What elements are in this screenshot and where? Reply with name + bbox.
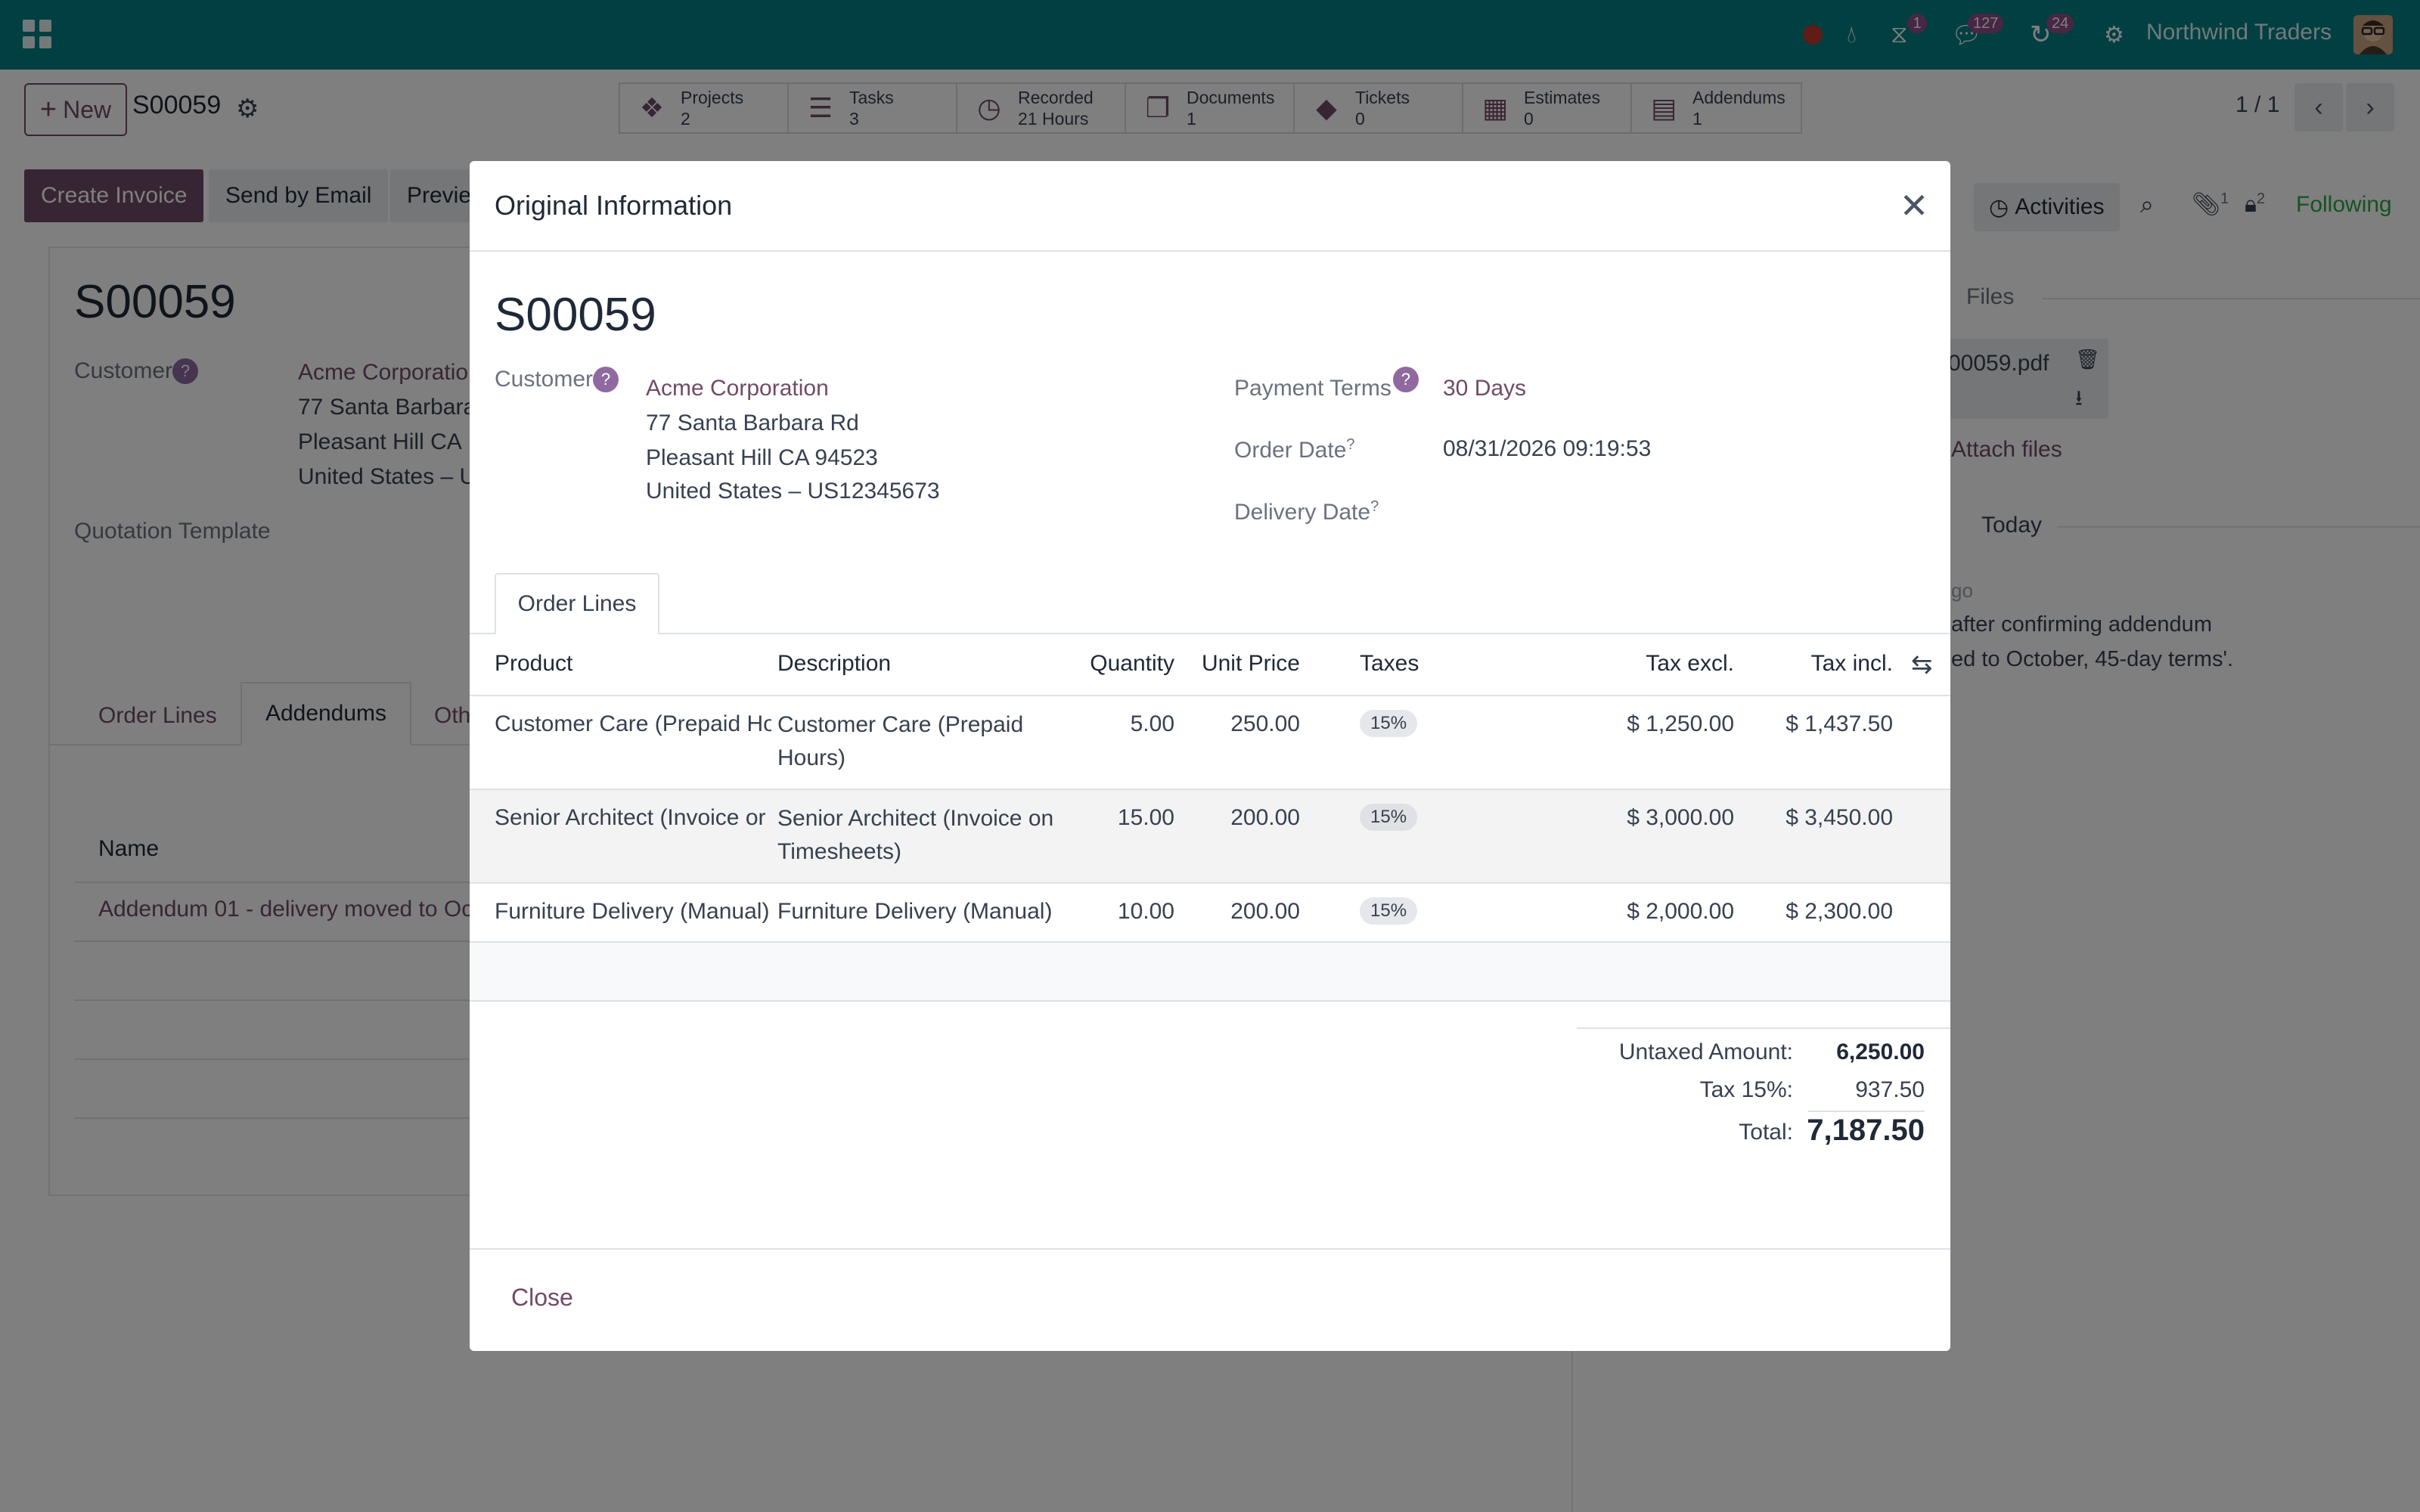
line-quantity: 5.00 (1130, 711, 1174, 736)
line-quantity: 10.00 (1117, 899, 1174, 924)
line-tax-incl: $ 3,450.00 (1786, 805, 1893, 830)
line-unit-price: 200.00 (1230, 805, 1300, 830)
address-line-3: United States – US12345673 (646, 479, 940, 503)
address-line-2: Pleasant Hill CA 94523 (646, 445, 878, 470)
tab-order-lines[interactable]: Order Lines (495, 573, 659, 635)
line-product[interactable]: Furniture Delivery (Manual). (495, 899, 771, 925)
tax-badge: 15% (1360, 710, 1418, 737)
column-product[interactable]: Product (495, 651, 572, 677)
column-description[interactable]: Description (777, 651, 891, 677)
line-unit-price: 250.00 (1230, 711, 1300, 736)
customer-link[interactable]: Acme Corporation (646, 376, 829, 401)
line-tax-excl: $ 2,000.00 (1627, 899, 1734, 924)
empty-table-row (470, 941, 1950, 1002)
order-name: S00059 (495, 289, 656, 341)
total-amount: 7,187.50 (1807, 1114, 1925, 1147)
payment-terms-value[interactable]: 30 Days (1443, 376, 1526, 401)
line-tax-incl: $ 1,437.50 (1786, 711, 1893, 736)
line-description: Customer Care (Prepaid Hours) (777, 712, 1024, 770)
line-quantity: 15.00 (1117, 805, 1174, 830)
line-unit-price: 200.00 (1230, 899, 1300, 924)
customer-label: Customer? (495, 367, 619, 392)
tax-badge: 15% (1360, 897, 1418, 925)
table-row[interactable]: Senior Architect (Invoice or Senior Arch… (470, 789, 1950, 882)
untaxed-label: Untaxed Amount: (1618, 1040, 1793, 1064)
table-row[interactable]: Customer Care (Prepaid Ho Customer Care … (470, 695, 1950, 789)
column-tax-incl[interactable]: Tax incl. (1763, 651, 1893, 677)
delivery-date-label: Delivery Date? (1234, 498, 1379, 525)
address-line-1: 77 Santa Barbara Rd (646, 411, 859, 435)
help-icon: ? (593, 367, 619, 392)
payment-terms-label: Payment Terms? (1234, 367, 1419, 401)
untaxed-amount: 6,250.00 (1836, 1040, 1925, 1064)
tax-label: Tax 15%: (1699, 1077, 1793, 1102)
line-tax-excl: $ 1,250.00 (1627, 711, 1734, 736)
original-information-dialog: Original Information ✕ S00059 Customer? … (470, 161, 1950, 1351)
order-date-label: Order Date? (1234, 436, 1355, 463)
column-tax-excl[interactable]: Tax excl. (1604, 651, 1734, 677)
line-tax-excl: $ 3,000.00 (1627, 805, 1734, 830)
table-row[interactable]: Furniture Delivery (Manual). Furniture D… (470, 882, 1950, 941)
column-unit-price[interactable]: Unit Price (1181, 651, 1300, 677)
order-date-value: 08/31/2026 09:19:53 (1443, 436, 1652, 461)
line-product[interactable]: Customer Care (Prepaid Ho (495, 711, 771, 737)
tax-amount: 937.50 (1855, 1077, 1925, 1102)
column-taxes[interactable]: Taxes (1360, 651, 1419, 677)
column-quantity[interactable]: Quantity (1044, 651, 1174, 677)
line-tax-incl: $ 2,300.00 (1786, 899, 1893, 924)
total-label: Total: (1739, 1120, 1793, 1145)
close-button[interactable]: Close (511, 1284, 573, 1312)
tax-badge: 15% (1360, 804, 1418, 831)
line-description: Furniture Delivery (Manual) (777, 899, 1053, 924)
modal-header: Original Information ✕ (470, 161, 1950, 252)
help-icon: ? (1392, 367, 1419, 392)
modal-title: Original Information (495, 190, 733, 221)
optional-columns-icon[interactable]: ⇆ (1911, 649, 1933, 680)
line-product[interactable]: Senior Architect (Invoice or (495, 805, 771, 831)
modal-footer (470, 1248, 1950, 1351)
line-description: Senior Architect (Invoice on Timesheets) (777, 806, 1054, 864)
close-icon[interactable]: ✕ (1895, 186, 1933, 225)
